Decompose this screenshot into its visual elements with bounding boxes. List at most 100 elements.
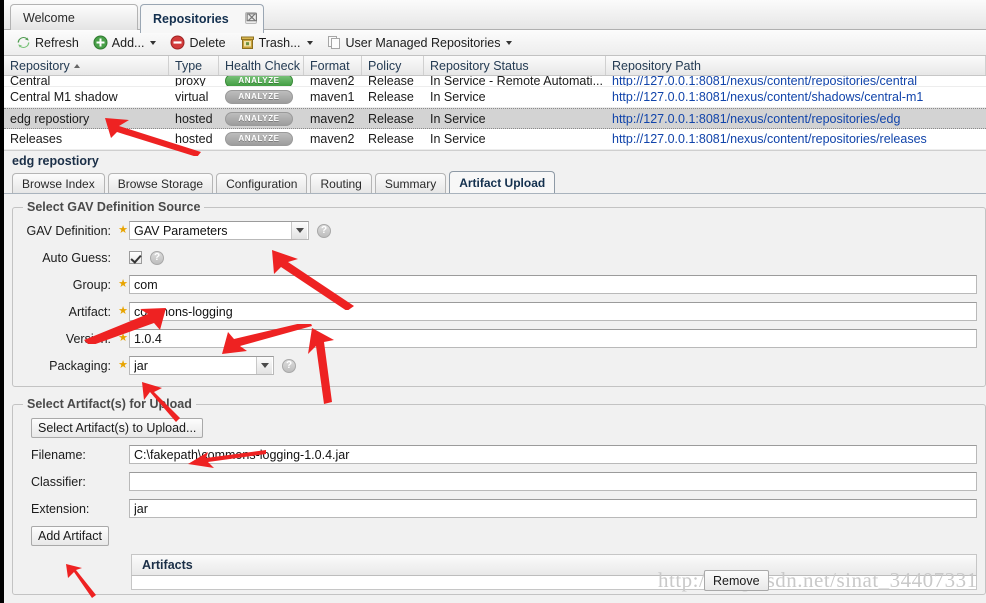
group-label: Group:	[72, 277, 111, 292]
cell-format: maven2	[310, 132, 355, 146]
chevron-down-icon	[306, 40, 313, 45]
trash-icon	[240, 35, 255, 50]
trash-button[interactable]: Trash...	[234, 32, 319, 54]
help-icon[interactable]: ?	[317, 223, 331, 238]
extension-label: Extension:	[31, 501, 90, 516]
column-header-repository[interactable]: Repository	[4, 56, 169, 75]
cell-repository: Central M1 shadow	[10, 90, 118, 104]
user-managed-repositories-button[interactable]: User Managed Repositories	[321, 32, 519, 54]
chevron-down-icon	[150, 40, 157, 45]
health-check-badge[interactable]: ANALYZE	[225, 90, 293, 104]
tab-artifact-upload[interactable]: Artifact Upload	[449, 171, 556, 193]
cell-repository-path[interactable]: http://127.0.0.1:8081/nexus/content/repo…	[606, 129, 986, 149]
add-label: Add...	[111, 35, 145, 50]
cell-repository-path[interactable]: http://127.0.0.1:8081/nexus/content/repo…	[606, 109, 986, 128]
column-header-type[interactable]: Type	[169, 56, 219, 75]
health-check-badge[interactable]: ANALYZE	[225, 111, 293, 126]
chevron-down-icon[interactable]	[256, 357, 272, 374]
artifact-label: Artifact:	[68, 304, 111, 319]
main-tab-bar: Welcome Repositories ⌧	[4, 0, 986, 33]
filename-label: Filename:	[31, 447, 86, 462]
version-label: Version:	[65, 331, 111, 346]
delete-label: Delete	[189, 35, 226, 50]
sort-ascending-icon	[73, 63, 80, 68]
cell-format: maven2	[310, 76, 355, 86]
column-header-policy[interactable]: Policy	[362, 56, 424, 75]
classifier-label: Classifier:	[31, 474, 86, 489]
artifact-row: Artifact: ★	[21, 301, 977, 322]
help-icon[interactable]: ?	[282, 358, 296, 373]
cell-policy: Release	[368, 111, 414, 126]
extension-input[interactable]	[129, 499, 977, 518]
required-star-icon: ★	[118, 359, 128, 371]
health-check-badge[interactable]: ANALYZE	[225, 76, 293, 86]
column-header-repository-status[interactable]: Repository Status	[424, 56, 606, 75]
detail-subtab-bar: Browse Index Browse Storage Configuratio…	[4, 171, 986, 194]
tab-configuration[interactable]: Configuration	[216, 173, 308, 193]
remove-button[interactable]: Remove	[704, 570, 769, 591]
help-icon[interactable]: ?	[150, 250, 164, 265]
version-input[interactable]	[129, 329, 977, 348]
artifact-upload-panel: Select GAV Definition Source GAV Definit…	[4, 194, 986, 595]
delete-button[interactable]: Delete	[164, 32, 231, 54]
cell-health-check[interactable]: ANALYZE	[219, 76, 304, 86]
tab-browse-storage[interactable]: Browse Storage	[107, 173, 214, 193]
table-row[interactable]: Releases hosted ANALYZE maven2 Release I…	[4, 129, 986, 150]
cell-type: hosted	[175, 132, 213, 146]
gav-section-legend: Select GAV Definition Source	[27, 200, 201, 214]
chevron-down-icon[interactable]	[291, 222, 307, 239]
filename-input[interactable]	[129, 445, 977, 464]
column-header-health-check[interactable]: Health Check	[219, 56, 304, 75]
refresh-button[interactable]: Refresh	[10, 32, 85, 54]
table-row[interactable]: edg repostiory hosted ANALYZE maven2 Rel…	[4, 108, 986, 129]
tab-welcome[interactable]: Welcome	[10, 4, 138, 30]
select-artifacts-to-upload-button[interactable]: Select Artifact(s) to Upload...	[31, 417, 204, 438]
artifacts-grid-header: Artifacts	[131, 554, 977, 576]
artifacts-grid: Artifacts	[131, 554, 977, 590]
cell-repository: edg repostiory	[10, 111, 90, 126]
cell-health-check[interactable]: ANALYZE	[219, 109, 304, 128]
group-input[interactable]	[129, 275, 977, 294]
tab-routing[interactable]: Routing	[310, 173, 372, 193]
cell-repository-status: In Service	[430, 90, 486, 104]
upload-section-legend: Select Artifact(s) for Upload	[27, 397, 192, 411]
classifier-input[interactable]	[129, 472, 977, 491]
repositories-grid-header: Repository Type Health Check Format Poli…	[4, 56, 986, 76]
cell-format: maven2	[310, 111, 355, 126]
cell-repository: Central	[10, 76, 51, 86]
cell-repository-status: In Service	[430, 132, 486, 146]
cell-repository-path[interactable]: http://127.0.0.1:8081/nexus/content/shad…	[606, 87, 986, 107]
table-row[interactable]: Central proxy ANALYZE maven2 Release In …	[4, 76, 986, 87]
auto-guess-row: Auto Guess: ?	[21, 247, 977, 268]
cell-health-check[interactable]: ANALYZE	[219, 87, 304, 107]
gav-definition-select[interactable]: GAV Parameters	[129, 221, 309, 240]
trash-label: Trash...	[258, 35, 301, 50]
packaging-select[interactable]: jar	[129, 356, 274, 375]
add-artifact-button[interactable]: Add Artifact	[31, 525, 109, 546]
gav-definition-row: GAV Definition: ★ GAV Parameters ?	[21, 220, 977, 241]
gav-definition-label: GAV Definition:	[26, 223, 111, 238]
classifier-row: Classifier:	[21, 471, 977, 492]
column-header-repository-path[interactable]: Repository Path	[606, 56, 986, 75]
cell-repository-path[interactable]: http://127.0.0.1:8081/nexus/content/repo…	[606, 76, 986, 86]
add-button[interactable]: Add...	[87, 32, 163, 54]
column-header-format[interactable]: Format	[304, 56, 362, 75]
cell-repository-status: In Service - Remote Automati...	[430, 76, 603, 86]
close-icon[interactable]: ⌧	[245, 12, 258, 24]
table-row[interactable]: Central M1 shadow virtual ANALYZE maven1…	[4, 87, 986, 108]
filename-row: Filename:	[21, 444, 977, 465]
cell-policy: Release	[368, 90, 414, 104]
health-check-badge[interactable]: ANALYZE	[225, 132, 293, 146]
tab-repositories[interactable]: Repositories ⌧	[140, 4, 264, 33]
delete-icon	[170, 35, 185, 50]
auto-guess-label: Auto Guess:	[42, 250, 111, 265]
tab-browse-index[interactable]: Browse Index	[12, 173, 105, 193]
cell-health-check[interactable]: ANALYZE	[219, 129, 304, 149]
cell-type: proxy	[175, 76, 206, 86]
cell-repository: Releases	[10, 132, 63, 146]
artifact-input[interactable]	[129, 302, 977, 321]
tab-summary[interactable]: Summary	[374, 173, 447, 193]
repositories-grid-body: Central proxy ANALYZE maven2 Release In …	[4, 76, 986, 150]
auto-guess-checkbox[interactable]	[129, 251, 142, 264]
gav-definition-value: GAV Parameters	[134, 223, 228, 238]
